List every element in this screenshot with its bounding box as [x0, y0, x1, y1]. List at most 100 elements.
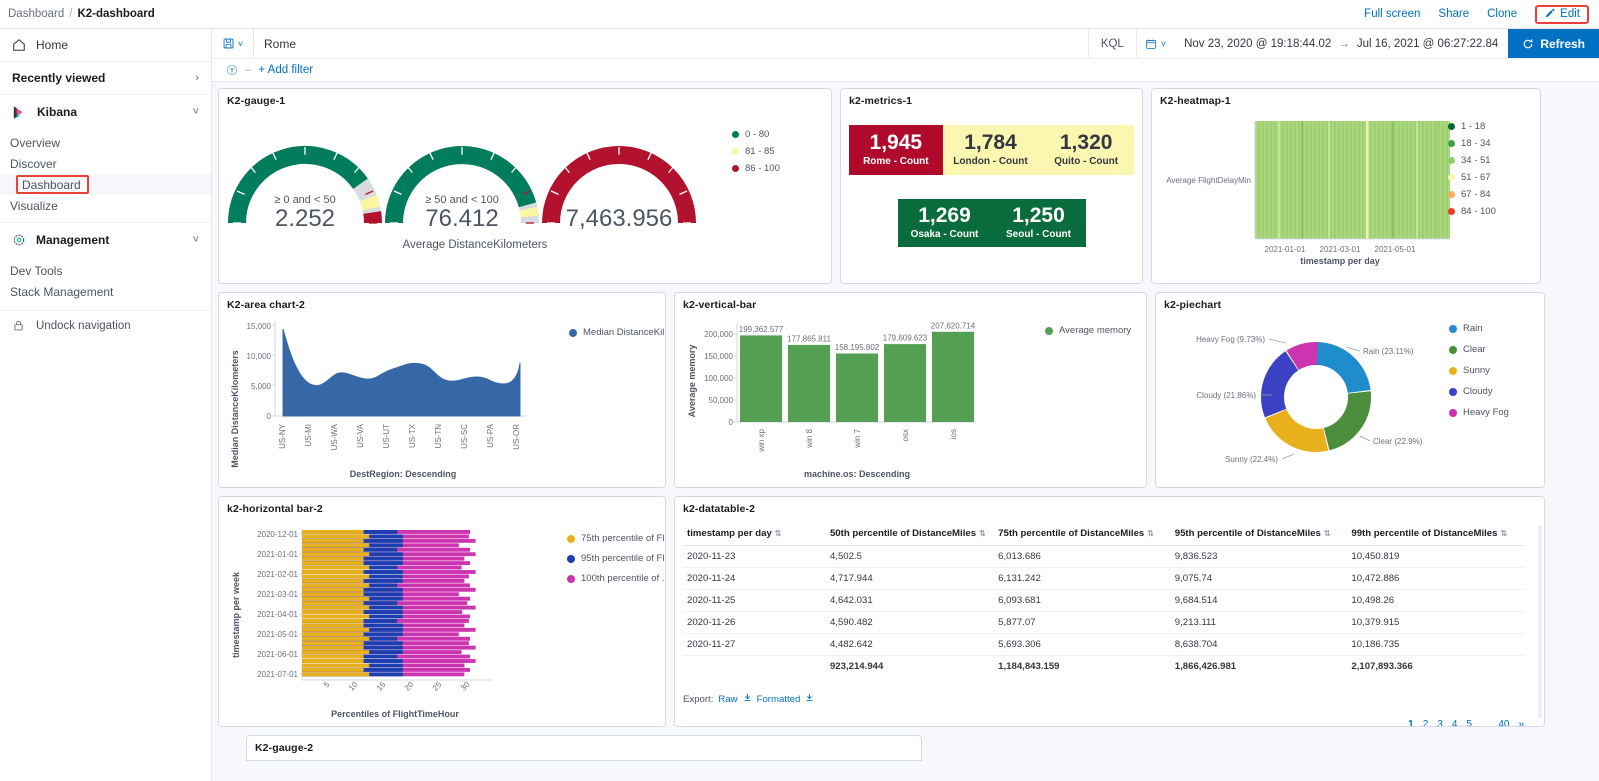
sidebar-item-dev-tools[interactable]: Dev Tools	[0, 260, 211, 281]
hbar-segment[interactable]	[302, 579, 364, 583]
legend-item[interactable]: Rain	[1449, 323, 1509, 334]
legend-item[interactable]: Clear	[1449, 344, 1509, 355]
hbar-segment[interactable]	[302, 615, 369, 619]
page-link[interactable]: 1	[1408, 719, 1414, 727]
page-link[interactable]: ...	[1481, 719, 1489, 727]
hbar-segment[interactable]	[302, 632, 364, 636]
hbar-segment[interactable]	[302, 672, 369, 676]
saved-query-button[interactable]: ˅	[212, 29, 254, 58]
panel-k2-vertical-bar[interactable]: k2-vertical-bar Average memory 200,000 1…	[674, 292, 1147, 488]
legend-item[interactable]: 75th percentile of Fl...	[567, 533, 666, 544]
search-input[interactable]: Rome	[254, 37, 1088, 51]
legend-item[interactable]: 67 - 84	[1448, 189, 1496, 200]
sidebar-management-header[interactable]: Management ˅	[0, 223, 211, 257]
panel-k2-metrics-1[interactable]: k2-metrics-1 1,945 Rome - Count 1,784 Lo…	[840, 88, 1143, 284]
panel-k2-gauge-1[interactable]: K2-gauge-1	[218, 88, 832, 284]
hbar-segment[interactable]	[302, 588, 364, 592]
table-row[interactable]: 2020-11-254,642.0316,093.6819,684.51410,…	[683, 590, 1524, 612]
column-header-p75[interactable]: 75th percentile of DistanceMiles⇅	[994, 523, 1171, 546]
hbar-segment[interactable]	[302, 619, 364, 623]
sidebar-item-discover[interactable]: Discover	[0, 153, 211, 174]
sidebar-item-stack-management[interactable]: Stack Management	[0, 281, 211, 302]
sidebar-kibana-header[interactable]: Kibana ˅	[0, 95, 211, 129]
legend-item[interactable]: 0 - 80	[732, 129, 780, 140]
hbar-segment[interactable]	[302, 557, 364, 561]
legend-item[interactable]: 84 - 100	[1448, 206, 1496, 217]
hbar-segment[interactable]	[302, 548, 364, 552]
hbar-segment[interactable]	[302, 592, 364, 596]
hbar-segment[interactable]	[302, 664, 369, 668]
hbar-segment[interactable]	[302, 610, 364, 614]
hbar-segment[interactable]	[302, 530, 364, 534]
share-button[interactable]: Share	[1438, 8, 1469, 20]
sort-icon[interactable]: ⇅	[1500, 529, 1507, 538]
legend-item[interactable]: Median DistanceKil...	[569, 327, 666, 338]
hbar-segment[interactable]	[302, 583, 369, 587]
query-language-button[interactable]: KQL	[1088, 29, 1136, 58]
hbar-segment[interactable]	[302, 646, 364, 650]
legend-item[interactable]: Sunny	[1449, 365, 1509, 376]
download-icon-formatted[interactable]	[805, 693, 814, 705]
hbar-segment[interactable]	[302, 601, 364, 605]
hbar-segment[interactable]	[302, 628, 369, 632]
chevron-down-icon[interactable]: ˅	[193, 106, 199, 118]
metric-tile-quito[interactable]: 1,320 Quito - Count	[1038, 125, 1134, 175]
breadcrumb-root[interactable]: Dashboard	[8, 8, 64, 20]
hbar-segment[interactable]	[302, 668, 364, 672]
sort-icon[interactable]: ⇅	[1324, 529, 1331, 538]
table-row[interactable]: 2020-11-274,482.6425,693.3068,638.70410,…	[683, 634, 1524, 656]
table-row[interactable]: 2020-11-264,590.4825,877.079,213.11110,3…	[683, 612, 1524, 634]
full-screen-button[interactable]: Full screen	[1364, 8, 1420, 20]
hbar-segment[interactable]	[302, 575, 369, 579]
legend-item[interactable]: 95th percentile of Fl...	[567, 553, 666, 564]
sidebar-item-dashboard[interactable]: Dashboard	[0, 174, 211, 195]
panel-k2-datatable-2[interactable]: k2-datatable-2 timestamp per day⇅ 50th p…	[674, 496, 1545, 727]
legend-item[interactable]: 81 - 85	[732, 146, 780, 157]
date-range-display[interactable]: Nov 23, 2020 @ 19:18:44.02 → Jul 16, 202…	[1174, 38, 1508, 50]
export-formatted-link[interactable]: Formatted	[757, 694, 801, 705]
hbar-segment[interactable]	[302, 606, 369, 610]
panel-k2-area-chart-2[interactable]: K2-area chart-2 Median DistanceKilometer…	[218, 292, 666, 488]
hbar-segment[interactable]	[302, 659, 364, 663]
page-link[interactable]: 3	[1437, 719, 1443, 727]
hbar-segment[interactable]	[302, 570, 364, 574]
hbar-segment[interactable]	[302, 637, 369, 641]
table-row[interactable]: 2020-11-244,717.9446,131.2429,075.7410,4…	[683, 568, 1524, 590]
legend-item[interactable]: 100th percentile of ...	[567, 573, 666, 584]
download-icon-raw[interactable]	[743, 693, 752, 705]
column-header-timestamp[interactable]: timestamp per day⇅	[683, 523, 826, 546]
page-link[interactable]: 4	[1452, 719, 1458, 727]
hbar-segment[interactable]	[302, 566, 369, 570]
sidebar-item-visualize[interactable]: Visualize	[0, 195, 211, 216]
sidebar-item-recently-viewed[interactable]: Recently viewed ›	[0, 62, 211, 95]
sidebar-item-undock[interactable]: Undock navigation	[0, 311, 211, 341]
legend-item[interactable]: 18 - 34	[1448, 138, 1496, 149]
chevron-down-icon-2[interactable]: ˅	[193, 234, 199, 246]
sidebar-item-home[interactable]: Home	[0, 29, 211, 62]
column-header-p50[interactable]: 50th percentile of DistanceMiles⇅	[826, 523, 994, 546]
legend-item[interactable]: 1 - 18	[1448, 121, 1496, 132]
sort-icon[interactable]: ⇅	[775, 529, 782, 538]
panel-k2-heatmap-1[interactable]: K2-heatmap-1	[1151, 88, 1541, 284]
table-scrollbar[interactable]	[1538, 525, 1542, 718]
hbar-segment[interactable]	[302, 552, 369, 556]
hbar-segment[interactable]	[302, 561, 364, 565]
sort-icon[interactable]: ⇅	[1147, 529, 1154, 538]
calendar-quick-select-button[interactable]: ˅	[1137, 38, 1174, 50]
panel-k2-gauge-2[interactable]: K2-gauge-2	[246, 735, 922, 761]
metric-tile-rome[interactable]: 1,945 Rome - Count	[849, 125, 943, 175]
metric-tile-seoul[interactable]: 1,250 Seoul - Count	[992, 199, 1086, 247]
hbar-segment[interactable]	[302, 655, 364, 659]
page-link[interactable]: »	[1518, 719, 1524, 727]
page-link[interactable]: 5	[1466, 719, 1472, 727]
hbar-segment[interactable]	[302, 623, 364, 627]
hbar-segment[interactable]	[302, 534, 369, 538]
legend-item[interactable]: Average memory	[1045, 325, 1131, 336]
column-header-p99[interactable]: 99th percentile of DistanceMiles⇅	[1347, 523, 1524, 546]
add-filter-button[interactable]: + Add filter	[258, 64, 313, 76]
panel-k2-piechart[interactable]: k2-piechart	[1155, 292, 1545, 488]
panel-k2-horizontal-bar-2[interactable]: k2-horizontal bar-2 timestamp per week 2…	[218, 496, 666, 727]
hbar-segment[interactable]	[302, 597, 369, 601]
breadcrumb-current[interactable]: K2-dashboard	[77, 8, 154, 20]
page-link[interactable]: 2	[1423, 719, 1429, 727]
